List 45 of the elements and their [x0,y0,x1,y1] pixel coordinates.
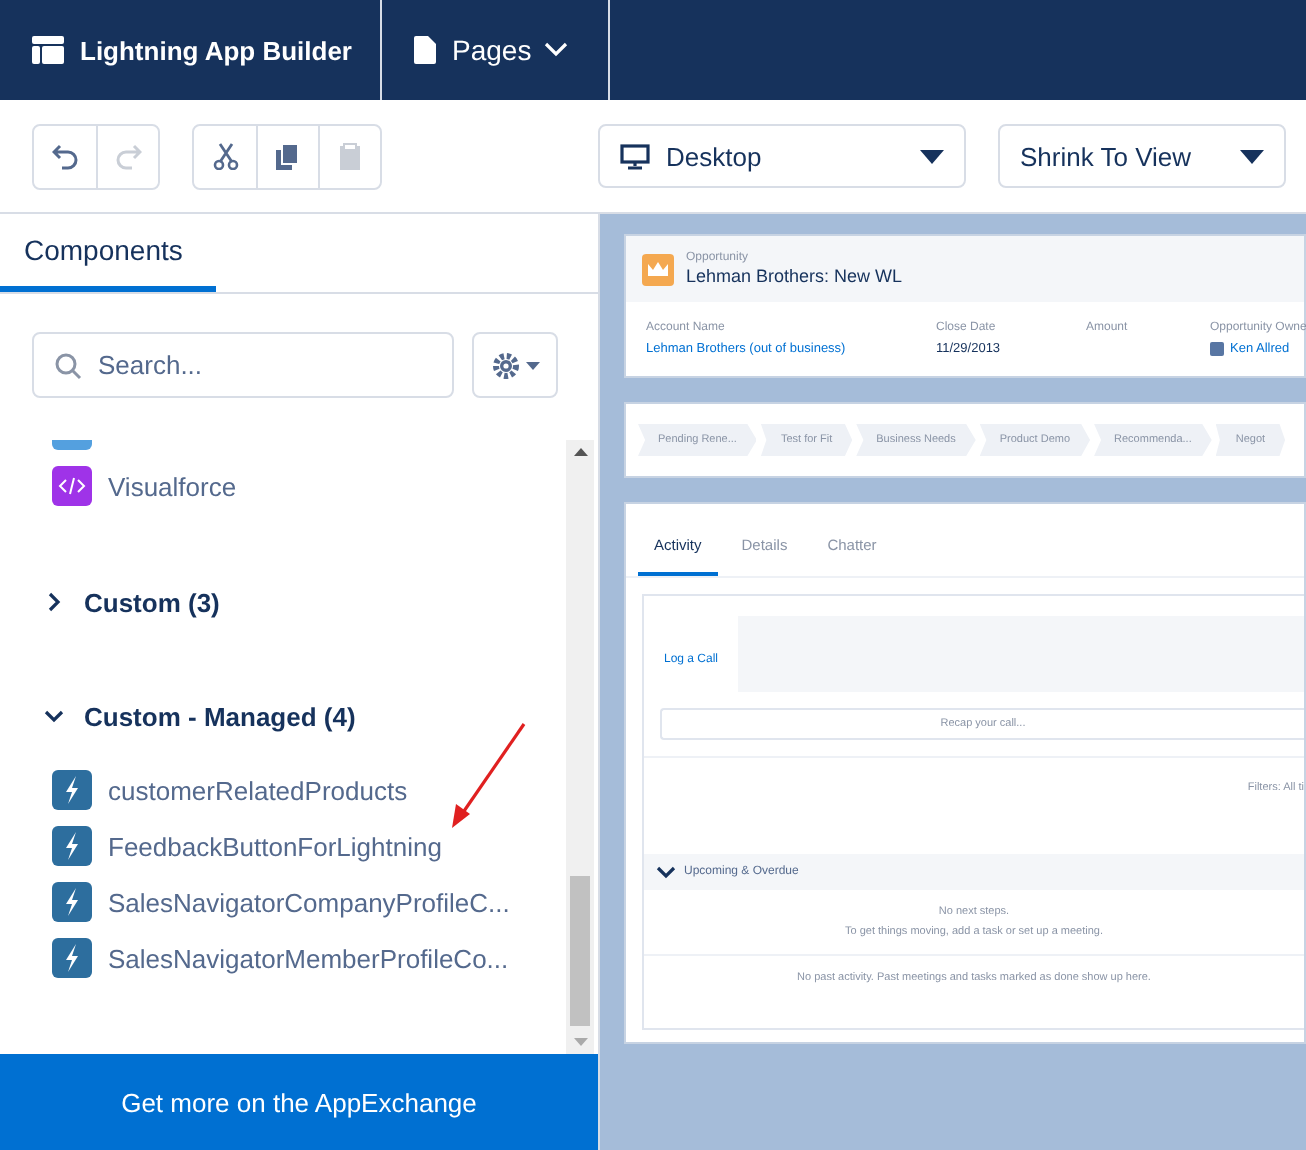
user-icon [1210,342,1224,356]
caret-icon [525,361,539,369]
component-item[interactable]: SalesNavigatorMemberProfileCo... [52,930,566,986]
chevron-down-icon [44,706,64,726]
clipboard-icon [336,142,364,170]
lightning-icon [52,938,92,978]
scroll-up-icon [573,448,587,456]
copy-icon [274,142,302,170]
lightning-icon [52,770,92,810]
component-item[interactable]: customerRelatedProducts [52,762,566,818]
component-item[interactable]: SalesNavigatorCompanyProfileC... [52,874,566,930]
zoom-select[interactable]: Shrink To View [998,124,1286,188]
app-title: Lightning App Builder [80,35,352,65]
chevron-down-icon [656,862,676,882]
component-icon [52,440,92,450]
section-header[interactable]: Custom - Managed (4) [0,688,356,744]
section-header[interactable]: Custom (3) [0,574,220,630]
scroll-thumb[interactable] [570,876,590,1026]
caret-icon [1240,149,1264,163]
lightning-icon [52,826,92,866]
components-tab[interactable]: Components [0,214,216,292]
chevron-down-icon [543,42,568,58]
device-select[interactable]: Desktop [598,124,966,188]
pages-menu[interactable]: Pages [452,34,568,66]
caret-icon [920,149,944,163]
scissors-icon [211,142,239,170]
record-title: Lehman Brothers: New WL [686,266,903,286]
app-layout-icon [32,36,64,64]
scroll-down-icon [573,1038,587,1046]
redo-icon [114,142,142,170]
scrollbar[interactable] [566,440,594,1054]
chevron-right-icon [44,592,64,612]
settings-icon [491,351,519,379]
monitor-icon [620,143,650,169]
search-field[interactable]: Search... [32,332,454,398]
undo-icon [51,142,79,170]
search-icon [54,352,82,380]
settings-button[interactable] [472,332,558,398]
crown-icon [642,253,674,285]
appexchange-button[interactable]: Get more on the AppExchange [0,1054,598,1150]
component-item[interactable]: Visualforce [52,458,566,514]
component-item[interactable]: FeedbackButtonForLightning [52,818,566,874]
lightning-icon [52,882,92,922]
code-icon [52,466,92,506]
page-icon [414,36,436,64]
